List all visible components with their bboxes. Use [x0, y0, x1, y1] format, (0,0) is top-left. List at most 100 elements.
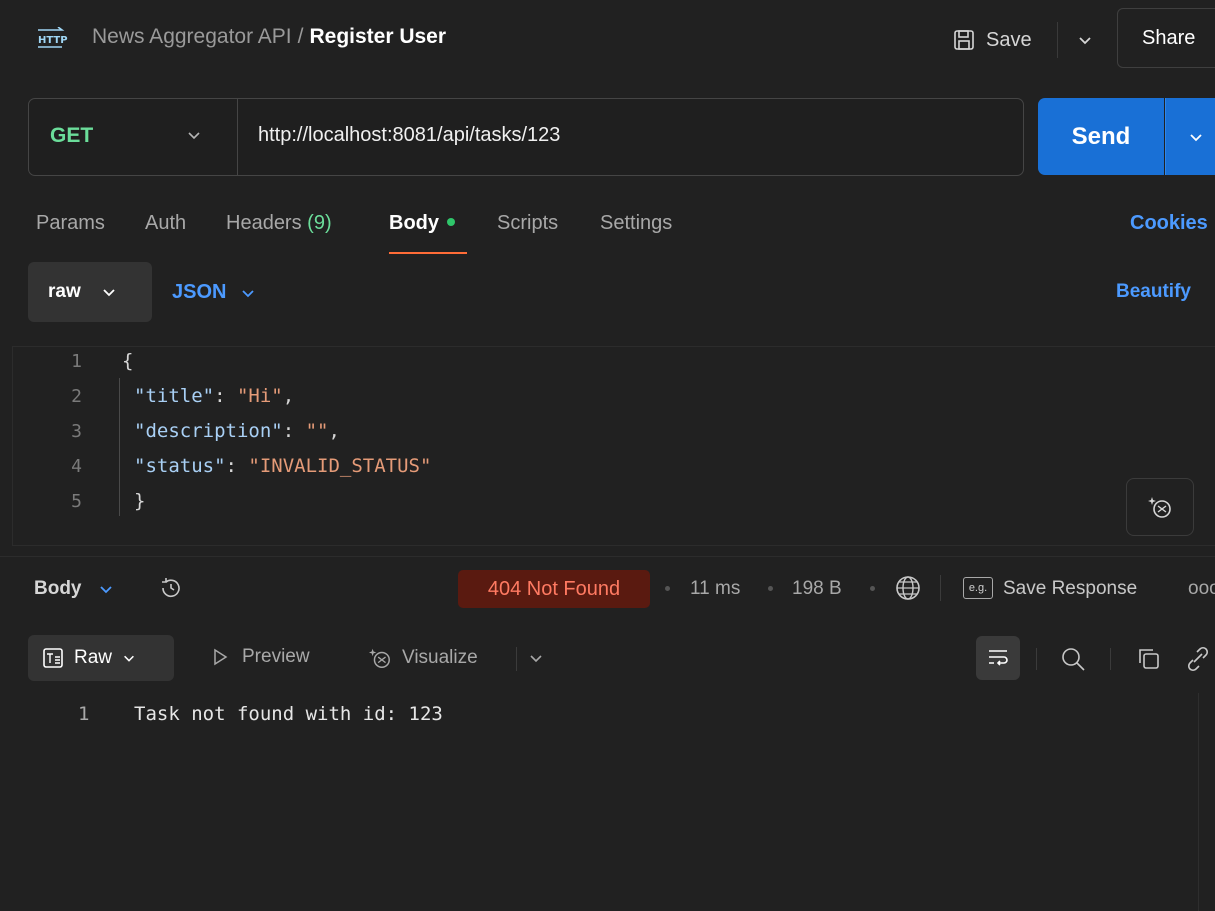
divider	[940, 575, 941, 601]
body-format-label: JSON	[172, 281, 227, 303]
tab-headers[interactable]: Headers (9)	[226, 212, 332, 235]
save-button[interactable]: Save	[948, 16, 1056, 64]
tab-body-label: Body	[389, 212, 439, 234]
request-header: HTTP News Aggregator API / Register User S…	[0, 0, 1215, 80]
send-options-button[interactable]	[1165, 98, 1215, 175]
search-icon[interactable]	[1060, 646, 1086, 672]
sparkle-icon	[368, 648, 390, 668]
body-mode-select[interactable]: raw	[28, 262, 152, 322]
code-line[interactable]: }	[134, 490, 145, 512]
chevron-down-icon[interactable]	[186, 127, 202, 143]
code-line[interactable]: "title": "Hi",	[134, 385, 294, 407]
tab-headers-label: Headers	[226, 212, 302, 234]
body-format-select[interactable]: JSON	[172, 281, 256, 304]
headers-count: (9)	[307, 212, 332, 234]
chevron-down-icon	[103, 289, 115, 297]
line-number: 4	[71, 456, 82, 477]
save-divider	[1057, 22, 1058, 58]
meta-separator	[870, 586, 875, 591]
cookies-link[interactable]: Cookies	[1130, 212, 1208, 235]
raw-label: Raw	[74, 647, 113, 668]
share-button[interactable]: Share	[1117, 8, 1215, 68]
divider	[1036, 648, 1037, 670]
line-number: 1	[71, 351, 82, 372]
beautify-button[interactable]: Beautify	[1116, 281, 1191, 303]
wrap-lines-button[interactable]	[976, 636, 1020, 680]
json-value: "INVALID_STATUS"	[248, 455, 432, 477]
tab-body[interactable]: Body	[389, 212, 455, 235]
active-tab-underline	[389, 252, 467, 254]
request-title[interactable]: Register User	[309, 25, 446, 48]
url-input[interactable]: http://localhost:8081/api/tasks/123	[258, 124, 560, 147]
code-line[interactable]: "status": "INVALID_STATUS"	[134, 455, 431, 477]
breadcrumb: News Aggregator API / Register User	[92, 25, 446, 49]
visualize-label: Visualize	[402, 647, 478, 668]
chevron-down-icon	[242, 289, 255, 297]
example-icon: e.g.	[963, 577, 993, 599]
chevron-down-icon	[99, 586, 112, 594]
response-size[interactable]: 198 B	[792, 578, 842, 600]
meta-separator	[768, 586, 773, 591]
svg-text:HTTP: HTTP	[38, 35, 68, 46]
json-key: "description"	[134, 420, 283, 442]
response-body-label: Body	[34, 578, 82, 599]
response-view-visualize[interactable]: Visualize	[368, 646, 478, 670]
more-options-icon[interactable]: ooo	[1188, 578, 1215, 600]
http-icon: HTTP	[38, 27, 68, 48]
breadcrumb-separator: /	[297, 25, 304, 48]
sparkle-icon	[1148, 497, 1171, 518]
save-options-button[interactable]	[1060, 16, 1110, 64]
code-line[interactable]: "description": "",	[134, 420, 340, 442]
chevron-down-icon	[1189, 133, 1202, 141]
status-text: 404 Not Found	[487, 577, 621, 600]
status-badge[interactable]: 404 Not Found	[458, 570, 650, 608]
preview-label: Preview	[242, 646, 310, 667]
divider	[516, 647, 517, 671]
body-editor[interactable]	[12, 346, 1215, 546]
save-label: Save	[986, 28, 1032, 51]
json-value: ""	[305, 420, 329, 442]
json-value: "Hi"	[236, 385, 283, 407]
json-key: "status"	[134, 455, 226, 477]
tab-auth[interactable]: Auth	[145, 212, 186, 235]
save-response-button[interactable]: Save Response	[1003, 578, 1137, 600]
ai-assist-button[interactable]	[1126, 478, 1194, 536]
tab-params[interactable]: Params	[36, 212, 105, 235]
copy-icon[interactable]	[1136, 646, 1162, 672]
link-icon[interactable]	[1184, 646, 1212, 672]
send-label: Send	[1071, 122, 1131, 150]
play-icon	[214, 648, 228, 666]
response-view-raw[interactable]: Raw	[28, 635, 174, 681]
response-body-text[interactable]: Task not found with id: 123	[134, 703, 443, 725]
meta-separator	[665, 586, 670, 591]
save-icon	[954, 30, 974, 50]
share-label: Share	[1142, 26, 1196, 49]
send-button[interactable]: Send	[1038, 98, 1164, 175]
response-line-number: 1	[78, 703, 90, 725]
code-line[interactable]: {	[122, 350, 133, 372]
line-number: 3	[71, 421, 82, 442]
divider	[1110, 648, 1111, 670]
text-format-icon	[43, 648, 63, 668]
json-key: "title"	[134, 385, 215, 407]
globe-icon[interactable]	[893, 573, 923, 603]
method-select[interactable]: GET	[50, 124, 93, 148]
body-mode-label: raw	[48, 281, 81, 302]
url-divider	[237, 98, 238, 176]
wrap-icon	[989, 650, 1008, 666]
response-body-select[interactable]: Body	[34, 578, 114, 600]
tab-scripts[interactable]: Scripts	[497, 212, 558, 235]
line-number: 5	[71, 491, 82, 512]
chevron-down-icon[interactable]	[528, 650, 544, 666]
tab-settings[interactable]: Settings	[600, 212, 672, 235]
chevron-down-icon	[124, 655, 134, 662]
response-view-preview[interactable]: Preview	[210, 646, 310, 668]
history-icon[interactable]	[158, 575, 184, 601]
chevron-down-icon	[1079, 37, 1091, 45]
pane-splitter[interactable]	[0, 556, 1215, 557]
breadcrumb-collection[interactable]: News Aggregator API	[92, 25, 292, 48]
response-scrollbar[interactable]	[1198, 693, 1215, 911]
response-time[interactable]: 11 ms	[690, 578, 740, 600]
indent-guide	[119, 378, 120, 516]
body-indicator-dot	[447, 217, 455, 226]
